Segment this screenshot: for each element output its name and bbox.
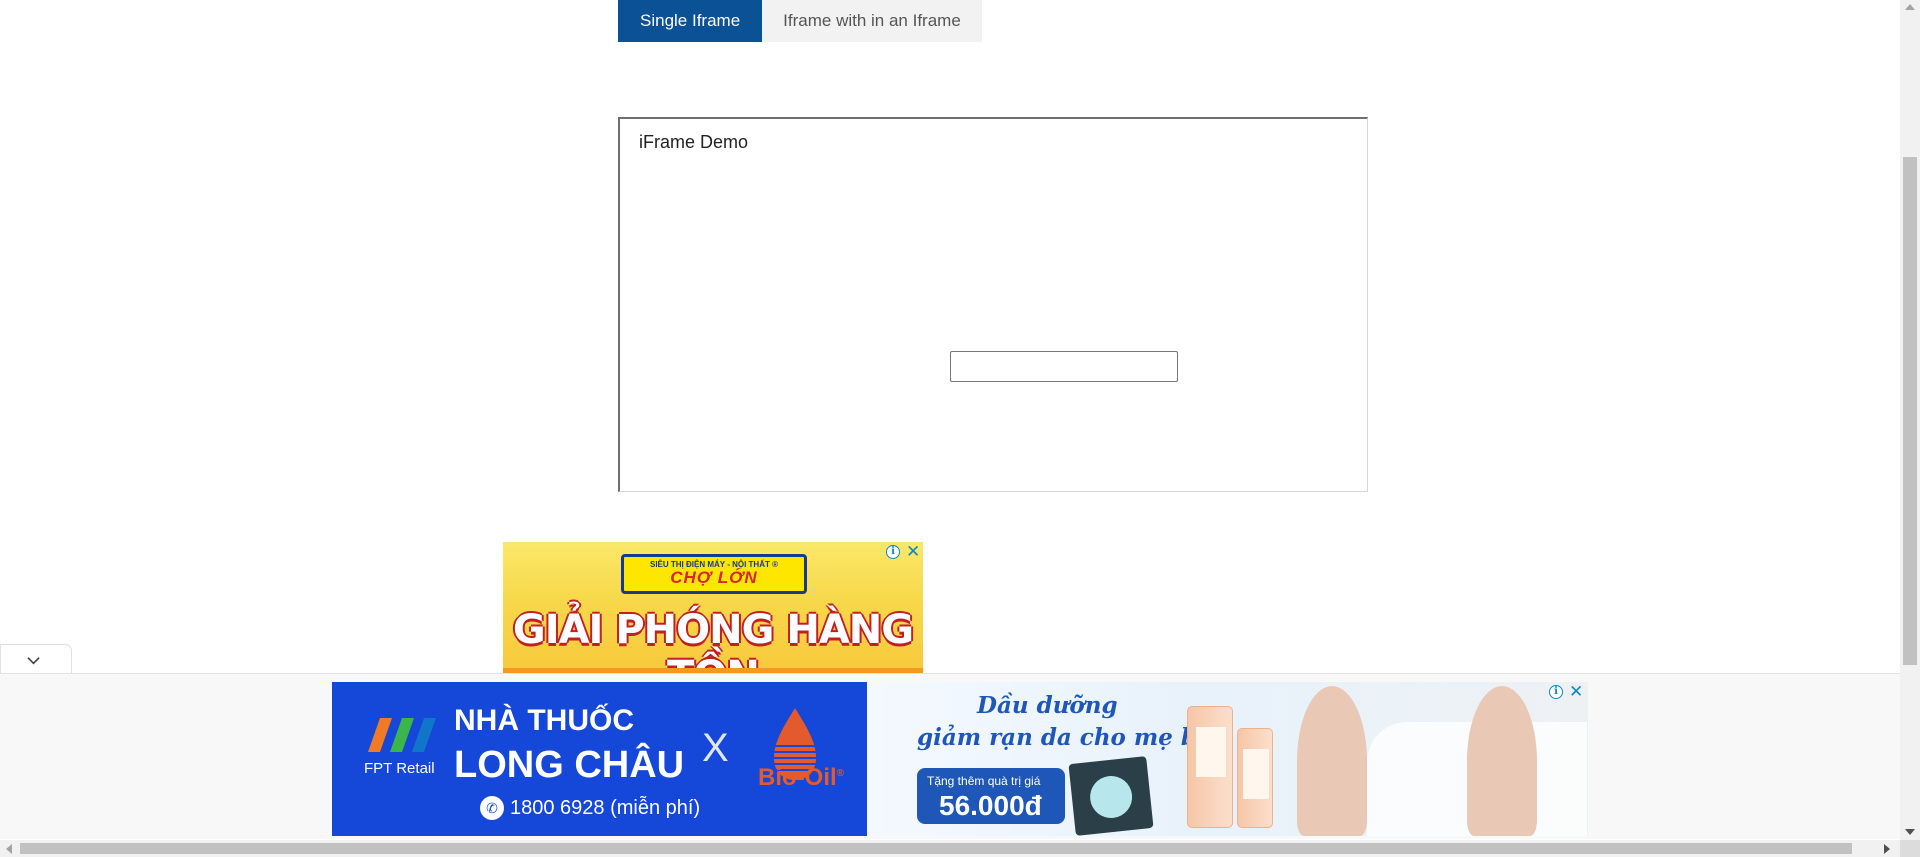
horizontal-scroll-thumb[interactable] (20, 843, 1852, 854)
bio-headline-2: giảm rạn da cho mẹ bầu (917, 724, 1229, 751)
scroll-right-icon[interactable] (1884, 844, 1890, 854)
promo-badge: Tặng thêm quà trị giá 56.000đ (917, 768, 1065, 824)
iframe-tabs: Single Iframe Iframe with in an Iframe (618, 0, 982, 42)
ad-headline: GIẢI PHÓNG HÀNG TỒN (512, 607, 914, 674)
bio-oil-text: Bio-Oil® (758, 764, 845, 791)
anchor-ad-long-chau-bio-oil[interactable]: FPT Retail NHÀ THUỐC LONG CHÂU X Bio-Oil… (332, 682, 1588, 836)
long-chau-title: LONG CHÂU (454, 744, 685, 786)
horizontal-scrollbar[interactable] (0, 840, 1920, 857)
iframe-title: iFrame Demo (639, 132, 749, 152)
scroll-up-icon[interactable] (1905, 4, 1915, 10)
bio-oil-bottle-image (1187, 706, 1233, 828)
tab-single-iframe[interactable]: Single Iframe (618, 0, 763, 42)
chevron-down-icon (27, 657, 40, 665)
info-icon[interactable]: i (1549, 685, 1563, 699)
ad-inline-controls: i ✕ (886, 543, 920, 560)
promo-caption: Tặng thêm quà trị giá (927, 774, 1041, 788)
anchor-ad-controls: i ✕ (1549, 683, 1583, 700)
iframe-frame: iFrame Demo (618, 117, 1368, 492)
bio-oil-bottle-small-image (1237, 728, 1273, 828)
partner-separator: X (702, 726, 729, 770)
scroll-left-icon[interactable] (6, 844, 12, 854)
mother-photo-2 (1467, 686, 1537, 836)
scrollbar-corner (1900, 840, 1920, 857)
fpt-retail-text: FPT Retail (364, 760, 435, 777)
vertical-scroll-thumb[interactable] (1903, 157, 1917, 665)
cho-lon-logo: SIÊU THỊ ĐIỆN MÁY - NỘI THẤT ® CHỢ LỚN (621, 554, 807, 594)
close-icon[interactable]: ✕ (906, 543, 920, 560)
phone-icon: ✆ (480, 796, 504, 820)
tab-nested-iframe[interactable]: Iframe with in an Iframe (762, 0, 982, 42)
scroll-down-icon[interactable] (1905, 829, 1915, 835)
cho-lon-brand: CHỢ LỚN (670, 568, 758, 587)
bio-oil-panel: Dầu dưỡng giảm rạn da cho mẹ bầu Tặng th… (867, 682, 1588, 836)
bio-headline-1: Dầu dưỡng (977, 692, 1118, 719)
hotline: ✆ 1800 6928 (miễn phí) (480, 796, 700, 820)
promo-amount: 56.000đ (939, 790, 1042, 821)
long-chau-panel: FPT Retail NHÀ THUỐC LONG CHÂU X Bio-Oil… (332, 682, 867, 836)
nha-thuoc-title: NHÀ THUỐC (454, 704, 634, 737)
mother-photo-1 (1297, 686, 1367, 836)
iframe-text-input[interactable] (950, 351, 1178, 382)
info-icon[interactable]: i (886, 545, 900, 559)
fpt-logo-icon (368, 718, 436, 752)
vertical-scrollbar[interactable] (1900, 0, 1920, 840)
gift-pack-image (1068, 756, 1154, 836)
ad-banner-cho-lon[interactable]: SIÊU THỊ ĐIỆN MÁY - NỘI THẤT ® CHỢ LỚN G… (503, 542, 923, 674)
hotline-number: 1800 6928 (miễn phí) (510, 796, 701, 819)
anchor-toggle-button[interactable] (0, 644, 72, 674)
close-icon[interactable]: ✕ (1569, 683, 1583, 700)
